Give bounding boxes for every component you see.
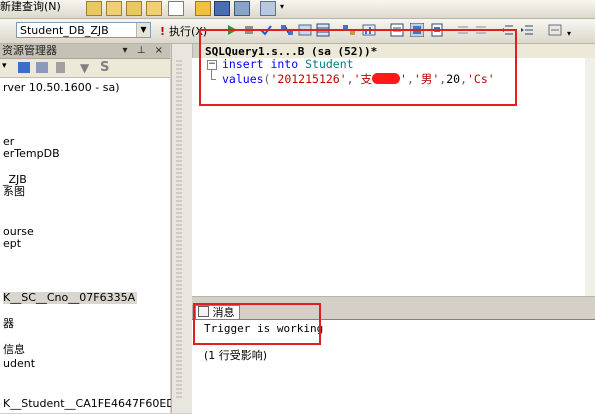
new-mdx-query-icon[interactable] bbox=[106, 1, 122, 16]
object-explorer-title: 资源管理器 bbox=[2, 44, 57, 57]
panel-window-buttons[interactable]: ▾ ⊥ × bbox=[123, 44, 166, 58]
save-all-icon[interactable] bbox=[234, 1, 250, 16]
explorer-scrollbar[interactable] bbox=[171, 44, 193, 413]
editor-scrollbar[interactable] bbox=[585, 58, 595, 296]
tree-item-selected[interactable]: K__SC__Cno__07F6335A bbox=[3, 292, 138, 304]
filter-icon[interactable]: ▼ bbox=[80, 61, 89, 75]
refresh-icon[interactable]: S bbox=[100, 60, 109, 75]
top-toolbar: 新建查询(N) ▾ bbox=[0, 0, 595, 19]
toolbar2-overflow-icon[interactable]: ▾ bbox=[567, 29, 571, 38]
object-explorer-header: 资源管理器 ▾ ⊥ × bbox=[0, 44, 170, 59]
new-query-button[interactable]: 新建查询(N) bbox=[0, 0, 61, 14]
highlight-box-query bbox=[199, 29, 517, 106]
tree-item[interactable]: erTempDB bbox=[3, 148, 60, 160]
execute-icon: ! bbox=[160, 25, 166, 38]
connect-dropdown-icon[interactable]: ▾ bbox=[2, 61, 7, 71]
tree-item[interactable]: ept bbox=[3, 238, 21, 250]
database-select[interactable]: Student_DB_ZJB ▼ bbox=[16, 22, 151, 38]
disconnect-icon[interactable] bbox=[36, 62, 48, 73]
tree-item[interactable]: 系图 bbox=[3, 186, 25, 198]
new-file-icon[interactable] bbox=[168, 1, 184, 16]
new-xmla-query-icon[interactable] bbox=[146, 1, 162, 16]
open-folder-icon[interactable] bbox=[195, 1, 211, 16]
new-dmx-query-icon[interactable] bbox=[126, 1, 142, 16]
tree-item[interactable]: 信息 bbox=[3, 344, 25, 356]
rows-affected-message: (1 行受影响) bbox=[204, 349, 268, 362]
specify-values-icon[interactable] bbox=[548, 23, 562, 37]
tree-item[interactable]: K__Student__CA1FE4647F60ED59 bbox=[3, 398, 189, 410]
increase-indent-icon[interactable] bbox=[520, 23, 534, 37]
object-explorer-tree: rver 10.50.1600 - sa) er erTempDB _ZJB 系… bbox=[0, 78, 189, 413]
tree-item-server[interactable]: rver 10.50.1600 - sa) bbox=[3, 82, 120, 94]
toolbar-overflow-icon[interactable]: ▾ bbox=[280, 2, 284, 11]
object-explorer-toolbar: ▾ ▼ S bbox=[0, 59, 170, 78]
stop-icon[interactable] bbox=[56, 62, 65, 73]
tree-item[interactable]: 器 bbox=[3, 318, 14, 330]
highlight-box-message bbox=[193, 303, 321, 345]
connect-icon[interactable] bbox=[18, 62, 30, 73]
chevron-down-icon[interactable]: ▼ bbox=[136, 23, 150, 37]
new-db-query-icon[interactable] bbox=[86, 1, 102, 16]
activity-monitor-icon[interactable] bbox=[260, 1, 276, 16]
save-icon[interactable] bbox=[214, 1, 230, 16]
panel-splitter[interactable] bbox=[176, 60, 182, 400]
tree-item[interactable]: udent bbox=[3, 358, 35, 370]
database-select-value: Student_DB_ZJB bbox=[20, 24, 109, 37]
